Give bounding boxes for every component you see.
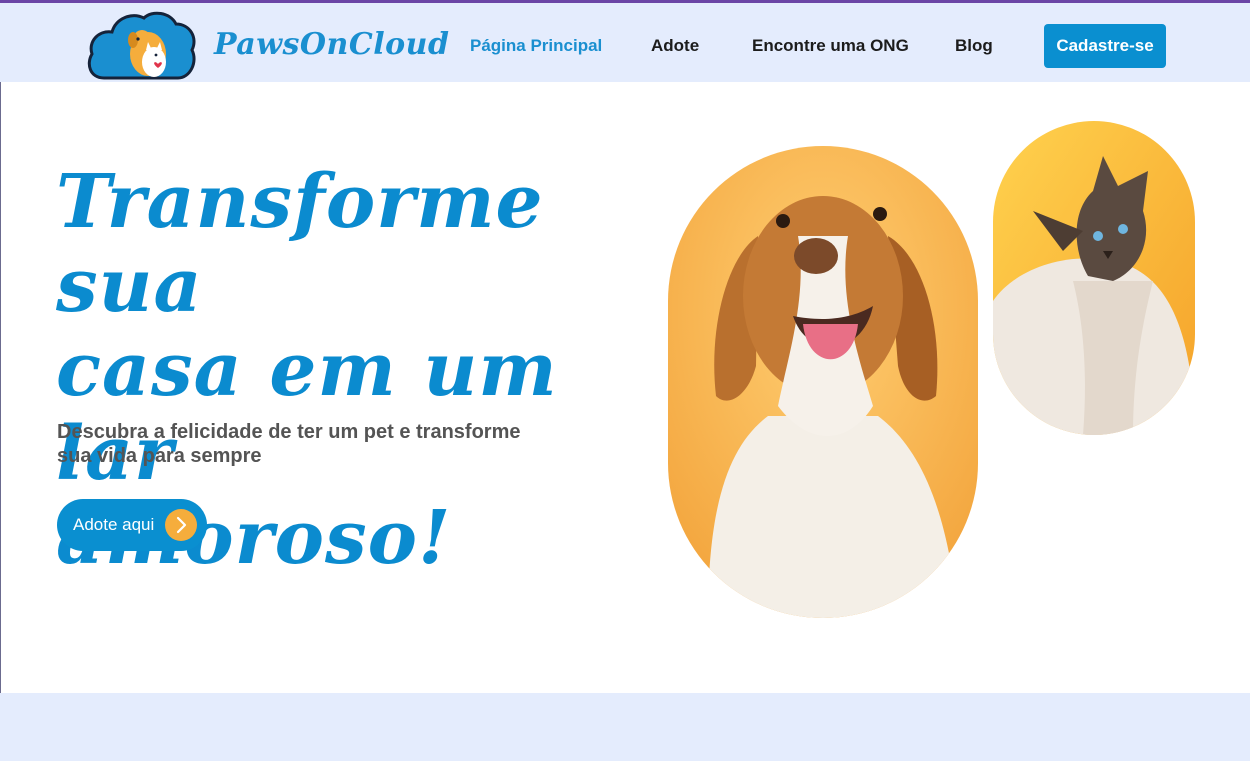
adote-aqui-button[interactable]: Adote aqui	[57, 499, 207, 551]
hero-subtitle: Descubra a felicidade de ter um pet e tr…	[57, 420, 557, 468]
dog-photo	[668, 146, 978, 618]
adote-aqui-label: Adote aqui	[73, 515, 155, 534]
hero-title-line: Transforme sua	[56, 159, 544, 329]
chevron-right-icon	[165, 509, 197, 541]
nav-link-blog[interactable]: Blog	[955, 36, 993, 56]
hero-subtitle-line: Descubra a felicidade de ter um pet e tr…	[57, 421, 521, 443]
hero-title-line: casa em um lar	[56, 327, 558, 497]
cloud-dog-cat-logo-icon[interactable]	[86, 10, 198, 80]
nav-link-adote[interactable]: Adote	[651, 36, 699, 56]
nav-link-encontre-ong[interactable]: Encontre uma ONG	[752, 36, 909, 56]
nav-link-pagina-principal[interactable]: Página Principal	[470, 36, 602, 56]
hero-subtitle-line: sua vida para sempre	[57, 445, 262, 467]
brand-name[interactable]: PawsOnCloud	[214, 27, 449, 62]
cat-photo	[993, 121, 1195, 435]
window-edge	[0, 0, 1, 761]
top-navigation-bar: PawsOnCloud Página Principal Adote Encon…	[0, 0, 1250, 82]
next-section-band	[0, 693, 1250, 761]
signup-button[interactable]: Cadastre-se	[1044, 24, 1166, 68]
